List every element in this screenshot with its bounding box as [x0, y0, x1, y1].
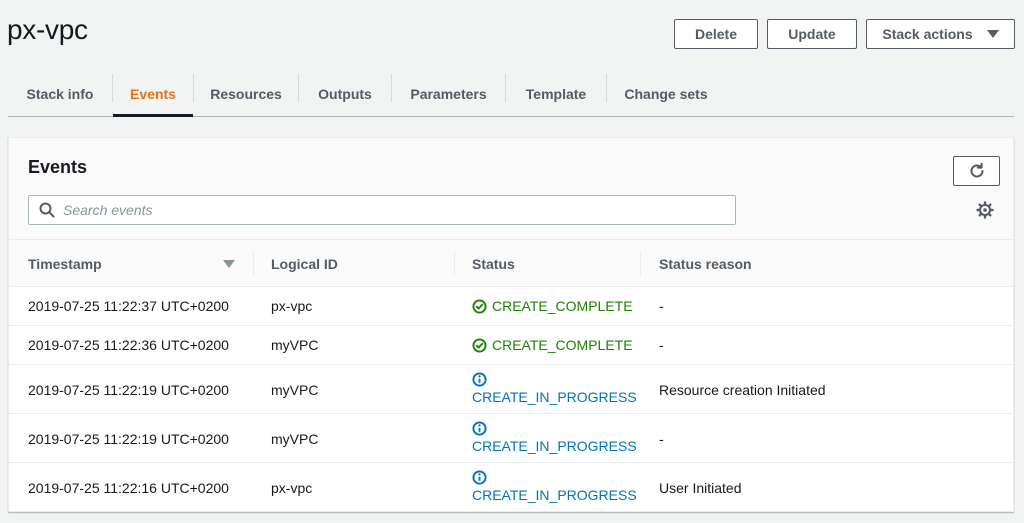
status-reason-cell: - — [659, 298, 664, 314]
logical-id-cell: myVPC — [271, 382, 319, 398]
tab-label: Stack info — [26, 86, 94, 102]
table-header: Timestamp Logical ID Status Status reaso… — [9, 240, 1013, 287]
timestamp-cell: 2019-07-25 11:22:19 UTC+0200 — [28, 382, 229, 398]
update-button[interactable]: Update — [767, 19, 857, 49]
sort-desc-icon[interactable] — [223, 260, 235, 268]
info-circle-icon — [472, 372, 487, 387]
timestamp-cell: 2019-07-25 11:22:19 UTC+0200 — [28, 431, 229, 447]
status-reason-cell: - — [659, 431, 664, 447]
tab-change-sets[interactable]: Change sets — [607, 72, 725, 116]
status-text: CREATE_COMPLETE — [492, 337, 633, 353]
search-input[interactable] — [63, 198, 703, 222]
events-panel: Events Timestamp — [8, 137, 1014, 512]
status-text: CREATE_IN_PROGRESS — [472, 487, 637, 503]
status-cell: CREATE_COMPLETE — [472, 337, 633, 353]
column-header-status[interactable]: Status — [472, 240, 515, 287]
logical-id-cell: myVPC — [271, 337, 319, 353]
check-circle-icon — [472, 337, 487, 353]
search-box[interactable] — [28, 195, 736, 225]
status-cell: CREATE_IN_PROGRESS — [472, 372, 637, 405]
caret-down-icon — [986, 30, 999, 38]
status-reason-cell: - — [659, 337, 664, 353]
tab-label: Template — [525, 86, 587, 102]
tab-label: Outputs — [318, 86, 372, 102]
tab-parameters[interactable]: Parameters — [392, 72, 505, 116]
table-row: 2019-07-25 11:22:37 UTC+0200 px-vpc CREA… — [9, 287, 1013, 326]
stack-actions-label: Stack actions — [882, 26, 973, 42]
page-title: px-vpc — [7, 14, 88, 45]
tab-resources[interactable]: Resources — [194, 72, 298, 116]
events-panel-header: Events — [9, 138, 1013, 240]
status-cell: CREATE_IN_PROGRESS — [472, 421, 637, 454]
column-header-logical-id[interactable]: Logical ID — [271, 240, 338, 287]
tab-stack-info[interactable]: Stack info — [8, 72, 112, 116]
timestamp-cell: 2019-07-25 11:22:36 UTC+0200 — [28, 337, 229, 353]
column-header-timestamp[interactable]: Timestamp — [28, 240, 102, 287]
search-icon — [39, 202, 55, 218]
column-divider — [640, 251, 641, 276]
tab-bar: Stack info Events Resources Outputs Para… — [8, 72, 1014, 117]
tab-outputs[interactable]: Outputs — [299, 72, 391, 116]
logical-id-cell: px-vpc — [271, 298, 313, 314]
info-circle-icon — [472, 421, 487, 436]
logical-id-cell: myVPC — [271, 431, 319, 447]
timestamp-cell: 2019-07-25 11:22:16 UTC+0200 — [28, 480, 229, 496]
status-cell: CREATE_IN_PROGRESS — [472, 470, 637, 503]
column-header-status-reason[interactable]: Status reason — [659, 240, 752, 287]
tab-label: Events — [130, 86, 176, 102]
delete-button[interactable]: Delete — [674, 19, 758, 49]
tab-label: Resources — [210, 86, 282, 102]
tab-label: Change sets — [624, 86, 708, 102]
tab-template[interactable]: Template — [506, 72, 606, 116]
info-circle-icon — [472, 470, 487, 485]
status-reason-cell: User Initiated — [659, 480, 742, 496]
events-title: Events — [28, 157, 88, 177]
tab-events[interactable]: Events — [113, 72, 193, 117]
table-row: 2019-07-25 11:22:16 UTC+0200 px-vpc CREA… — [9, 463, 1013, 512]
status-text: CREATE_COMPLETE — [492, 298, 633, 314]
refresh-button[interactable] — [953, 156, 1000, 186]
table-row: 2019-07-25 11:22:19 UTC+0200 myVPC CREAT… — [9, 414, 1013, 463]
gear-icon[interactable] — [976, 201, 994, 219]
status-cell: CREATE_COMPLETE — [472, 298, 633, 314]
status-reason-cell: Resource creation Initiated — [659, 382, 826, 398]
check-circle-icon — [472, 298, 487, 314]
column-divider — [253, 251, 254, 276]
tab-label: Parameters — [410, 86, 487, 102]
column-divider — [454, 251, 455, 276]
timestamp-cell: 2019-07-25 11:22:37 UTC+0200 — [28, 298, 229, 314]
table-row: 2019-07-25 11:22:19 UTC+0200 myVPC CREAT… — [9, 365, 1013, 414]
stack-actions-button[interactable]: Stack actions — [866, 19, 1015, 49]
status-text: CREATE_IN_PROGRESS — [472, 389, 637, 405]
status-text: CREATE_IN_PROGRESS — [472, 438, 637, 454]
table-row: 2019-07-25 11:22:36 UTC+0200 myVPC CREAT… — [9, 326, 1013, 365]
logical-id-cell: px-vpc — [271, 480, 313, 496]
refresh-icon — [970, 162, 983, 178]
